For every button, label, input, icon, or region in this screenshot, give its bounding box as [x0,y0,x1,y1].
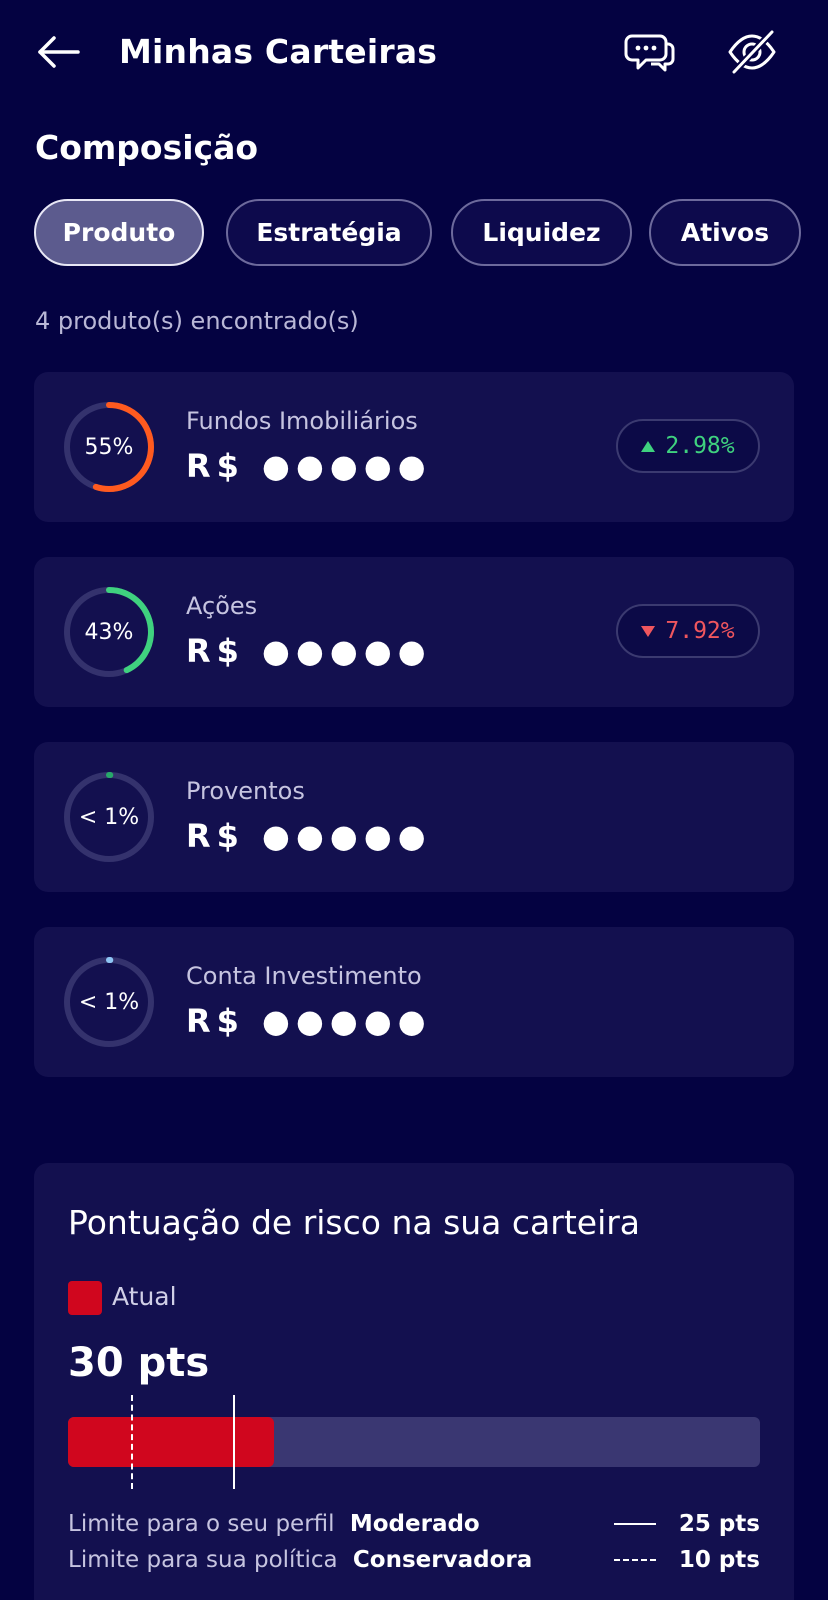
eye-off-icon [728,29,776,75]
change-value: 7.92% [665,618,735,644]
product-card[interactable]: < 1% Conta Investimento R$ ●●●●● [34,927,794,1077]
product-card[interactable]: 43% Ações R$ ●●●●● 7.92% [34,557,794,707]
product-value: R$ ●●●●● [186,632,432,670]
legend-label-current: Atual [112,1282,177,1311]
product-value: R$ ●●●●● [186,1002,432,1040]
composition-tabs: Produto Estratégia Liquidez Ativos [34,199,828,267]
product-card[interactable]: 55% Fundos Imobiliários R$ ●●●●● 2.98% [34,372,794,522]
risk-bar-fill [68,1417,274,1467]
tab-liquidez[interactable]: Liquidez [451,199,632,266]
triangle-down-icon [641,625,656,637]
profile-limit-pts: 25 pts [678,1511,760,1537]
chat-bubbles-icon [624,34,675,72]
dashed-line-legend [614,1559,656,1561]
profile-limit-prefix: Limite para o seu perfil [68,1511,335,1537]
product-card[interactable]: < 1% Proventos R$ ●●●●● [34,742,794,892]
change-badge: 7.92% [616,604,760,658]
product-name: Conta Investimento [186,962,422,990]
policy-limit-marker [131,1395,133,1489]
back-button[interactable] [34,30,86,74]
profile-limit-marker [233,1395,235,1489]
solid-line-legend [614,1523,656,1525]
products-count: 4 produto(s) encontrado(s) [35,307,359,335]
policy-limit-row: Limite para sua política Conservadora 10… [68,1543,760,1577]
product-name: Ações [186,592,258,620]
risk-score-card: Pontuação de risco na sua carteira Atual… [34,1163,794,1600]
policy-limit-pts: 10 pts [678,1547,760,1573]
allocation-percent: < 1% [78,804,140,830]
composition-title: Composição [35,128,259,167]
risk-score: 30 pts [68,1340,210,1386]
tab-estrategia[interactable]: Estratégia [226,199,432,266]
policy-limit-prefix: Limite para sua política [68,1547,338,1573]
product-name: Proventos [186,777,305,805]
allocation-percent: 55% [84,434,134,460]
product-value: R$ ●●●●● [186,817,432,855]
risk-bar-track [68,1417,760,1467]
risk-title: Pontuação de risco na sua carteira [68,1203,641,1242]
tab-produto[interactable]: Produto [34,199,204,266]
chat-button[interactable] [624,26,676,78]
app-header: Minhas Carteiras [0,0,828,110]
profile-limit-row: Limite para o seu perfil Moderado 25 pts [68,1507,760,1541]
legend-swatch-current [68,1281,102,1315]
page-title: Minhas Carteiras [119,32,438,71]
allocation-percent: 43% [84,619,134,645]
allocation-percent: < 1% [78,989,140,1015]
policy-name: Conservadora [352,1547,533,1573]
tab-ativos[interactable]: Ativos [649,199,801,266]
change-badge: 2.98% [616,419,760,473]
triangle-up-icon [641,440,656,452]
arrow-left-icon [38,36,80,68]
product-name: Fundos Imobiliários [186,407,418,435]
change-value: 2.98% [665,433,735,459]
product-value: R$ ●●●●● [186,447,432,485]
profile-name: Moderado [349,1511,480,1537]
hide-values-button[interactable] [726,26,778,78]
